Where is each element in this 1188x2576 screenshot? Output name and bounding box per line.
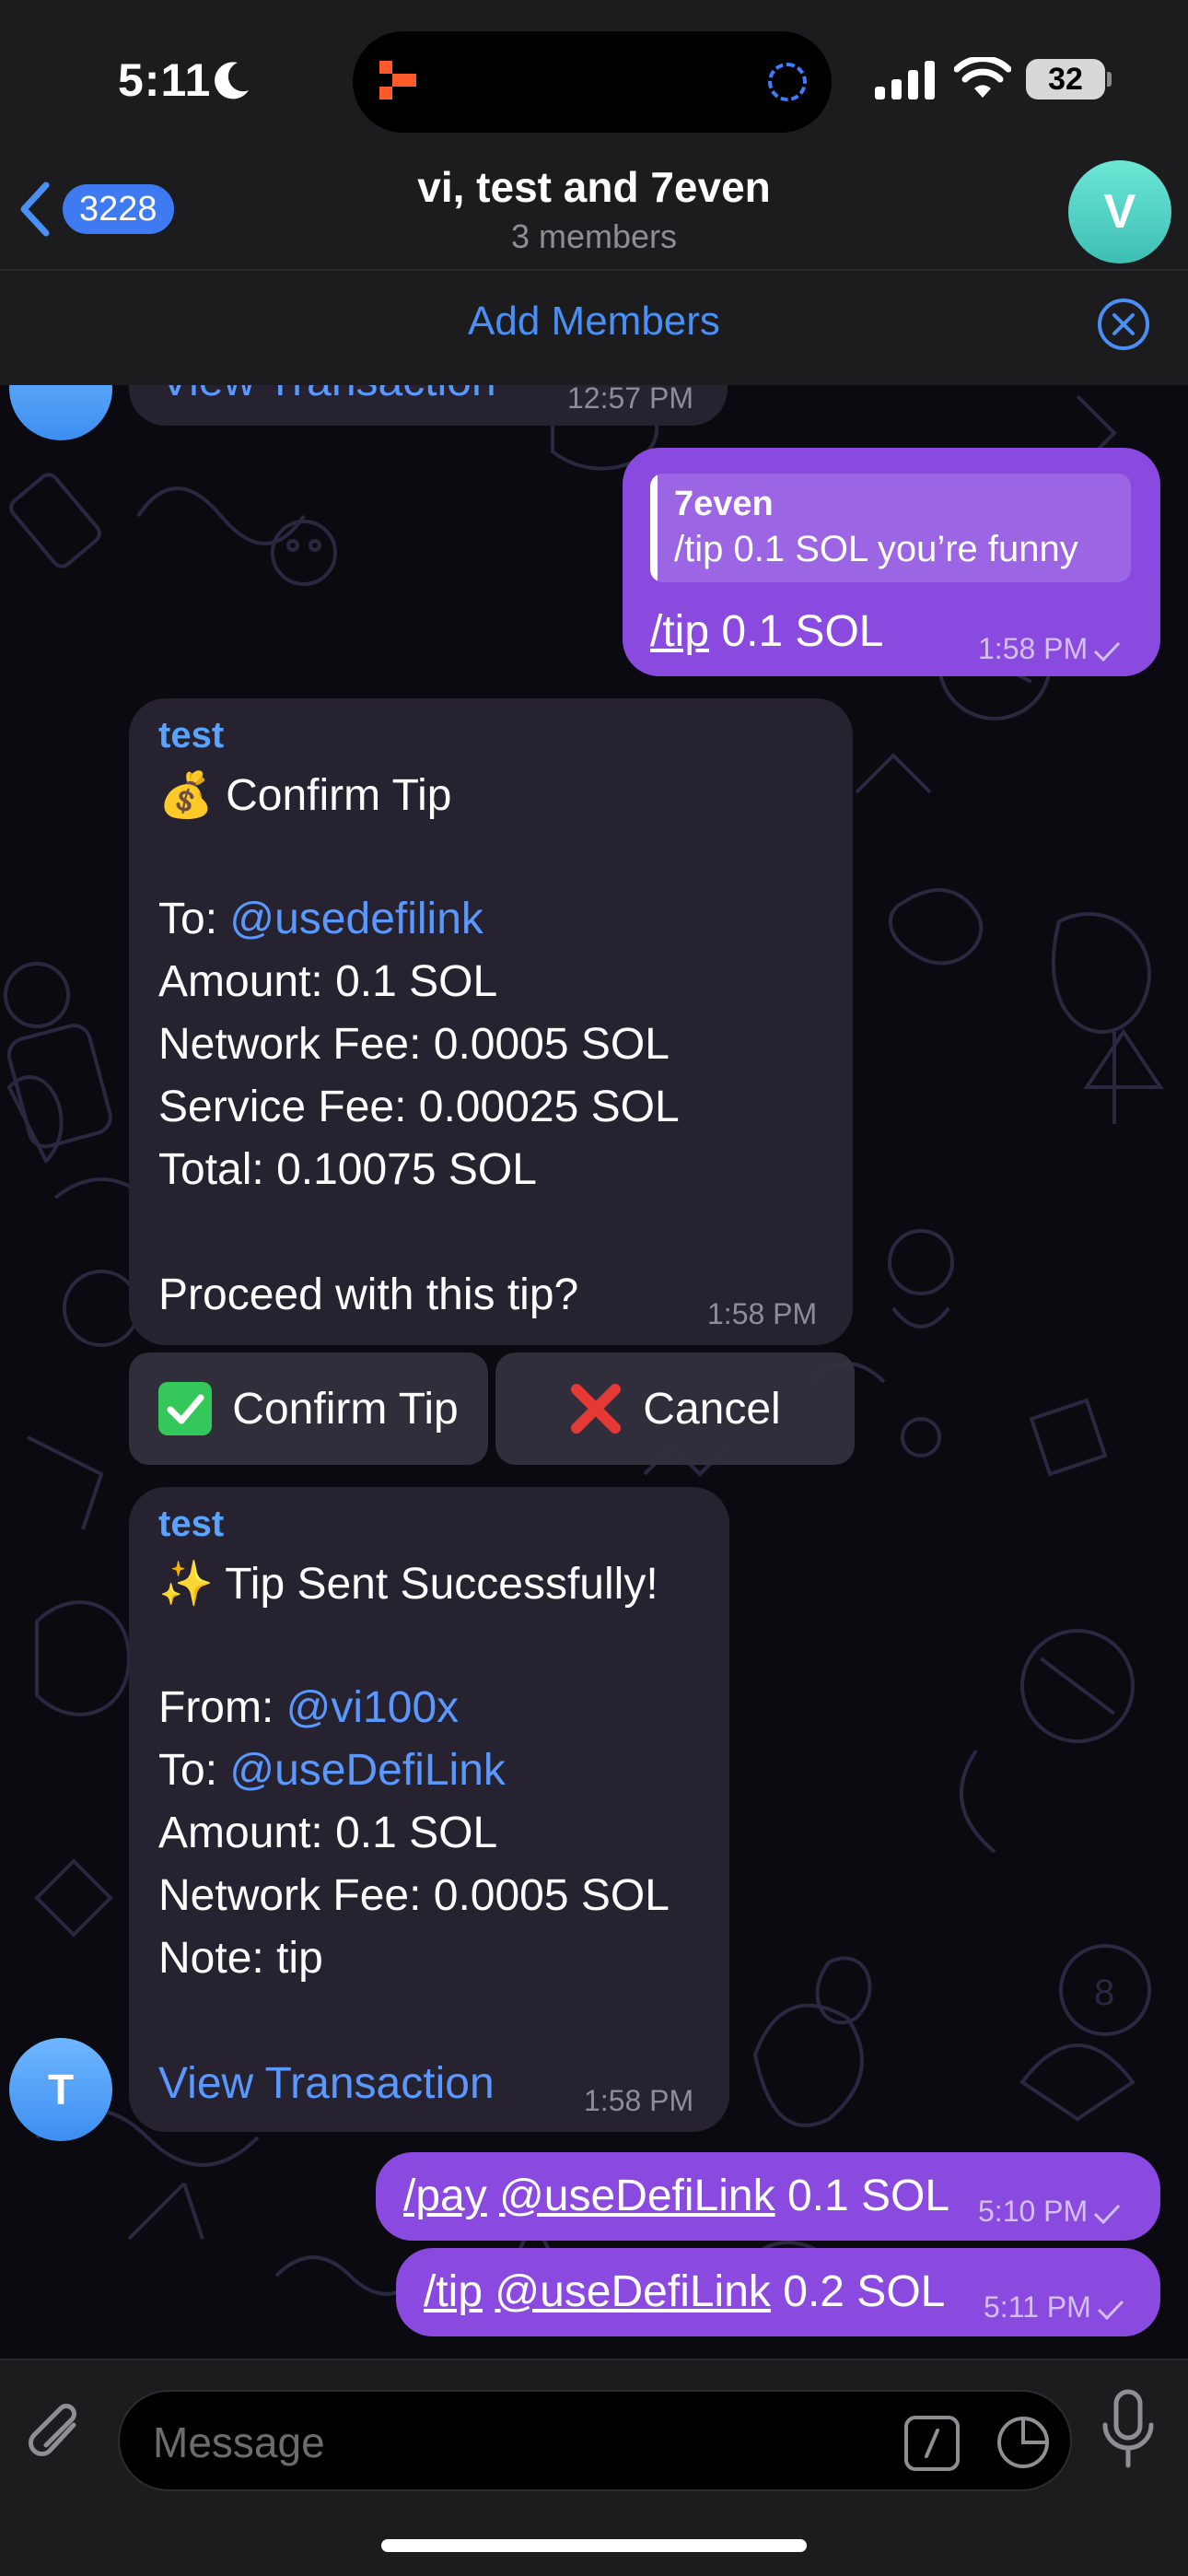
view-transaction-link[interactable]: View Transaction <box>158 2058 495 2109</box>
confirm-amount: Amount: 0.1 SOL <box>158 957 498 1006</box>
command-args: 0.1 SOL <box>709 607 884 656</box>
tip-handle-link[interactable]: @useDefiLink <box>495 2267 771 2316</box>
time-text: 5:11 PM <box>984 2290 1091 2324</box>
app-logo-icon <box>379 61 416 100</box>
cellular-signal-icon <box>875 61 935 100</box>
sender-handle-link[interactable]: @vi100x <box>286 1683 459 1732</box>
from-label: From: <box>158 1683 286 1732</box>
sender-avatar[interactable]: T <box>9 2038 112 2141</box>
confirm-title: 💰 Confirm Tip <box>158 771 452 820</box>
chat-title[interactable]: vi, test and 7even <box>0 162 1188 212</box>
read-check-icon <box>1097 2300 1124 2320</box>
battery-cap <box>1107 72 1112 87</box>
tip-text: /tip @useDefiLink 0.2 SOL <box>424 2266 945 2317</box>
confirm-service-fee: Service Fee: 0.00025 SOL <box>158 1083 680 1131</box>
sent-network-fee: Network Fee: 0.0005 SOL <box>158 1871 670 1920</box>
microphone-icon[interactable] <box>1098 2388 1159 2471</box>
wifi-icon <box>954 57 1011 98</box>
confirm-question: Proceed with this tip? <box>158 1270 579 1319</box>
message-time: 5:10 PM <box>978 2195 1123 2229</box>
svg-text:8: 8 <box>1094 1973 1114 2013</box>
to-label: To: <box>158 1746 230 1795</box>
paperclip-icon[interactable] <box>26 2397 90 2471</box>
battery-icon: 32 <box>1026 59 1112 100</box>
reply-bar <box>650 474 658 582</box>
confirm-to: To: @usedefilink <box>158 894 483 944</box>
confirm-tip-button[interactable]: Confirm Tip <box>129 1352 488 1465</box>
outgoing-text: /tip 0.1 SOL <box>650 606 883 657</box>
sent-to: To: @useDefiLink <box>158 1745 506 1796</box>
add-members-bar-bg: Add Members <box>0 271 1188 385</box>
dynamic-island <box>353 31 832 133</box>
sent-title: ✨ Tip Sent Successfully! <box>158 1560 658 1609</box>
to-label: To: <box>158 895 230 943</box>
bot-commands-icon[interactable] <box>904 2416 960 2471</box>
status-time: 5:11 <box>118 54 212 106</box>
time-text: 1:58 PM <box>978 632 1089 665</box>
moon-icon <box>215 62 249 100</box>
sent-from: From: @vi100x <box>158 1682 459 1733</box>
message-time: 1:58 PM <box>978 632 1123 666</box>
chat-subtitle: 3 members <box>510 217 678 255</box>
confirm-total: Total: 0.10075 SOL <box>158 1145 537 1194</box>
message-time: 1:58 PM <box>584 2084 694 2117</box>
battery-level: 32 <box>1026 59 1105 100</box>
confirm-tip-label: Confirm Tip <box>232 1384 459 1434</box>
pay-amount: 0.1 SOL <box>775 2172 950 2220</box>
reply-text: /tip 0.1 SOL you’re funny <box>674 529 1078 569</box>
home-indicator[interactable] <box>381 2539 807 2552</box>
cross-icon <box>571 1384 622 1434</box>
cancel-button[interactable]: Cancel <box>495 1352 855 1465</box>
checkmark-icon <box>158 1382 213 1435</box>
reply-sender: 7even <box>674 485 774 523</box>
message-input[interactable]: Message <box>118 2390 1072 2491</box>
message-time: 1:58 PM <box>707 1297 818 1330</box>
add-members-button-label[interactable]: Add Members <box>0 299 1188 345</box>
sender-name[interactable]: test <box>158 715 224 756</box>
activity-ring-icon <box>768 63 807 101</box>
read-check-icon <box>1094 2204 1121 2224</box>
reply-quote[interactable]: 7even /tip 0.1 SOL you’re funny <box>650 474 1131 582</box>
command-link[interactable]: /tip <box>650 607 709 656</box>
message-time: 12:57 PM <box>567 381 693 415</box>
pay-command-link[interactable]: /pay <box>403 2172 487 2220</box>
close-circle-icon[interactable] <box>1096 297 1151 352</box>
sent-note: Note: tip <box>158 1934 323 1983</box>
sticker-icon[interactable] <box>995 2414 1052 2471</box>
tip-amount: 0.2 SOL <box>770 2267 946 2316</box>
pay-handle-link[interactable]: @useDefiLink <box>499 2172 775 2220</box>
confirm-network-fee: Network Fee: 0.0005 SOL <box>158 1020 670 1069</box>
message-time: 5:11 PM <box>984 2290 1126 2324</box>
cancel-label: Cancel <box>643 1384 781 1434</box>
tip-command-link[interactable]: /tip <box>424 2267 483 2316</box>
sender-name[interactable]: test <box>158 1504 224 1545</box>
group-avatar[interactable]: V <box>1068 160 1171 263</box>
time-text: 5:10 PM <box>978 2195 1089 2228</box>
recipient-handle-link[interactable]: @usedefilink <box>229 895 483 943</box>
read-check-icon <box>1094 641 1121 662</box>
sent-amount: Amount: 0.1 SOL <box>158 1809 498 1857</box>
recipient-handle-link[interactable]: @useDefiLink <box>229 1746 506 1795</box>
pay-text: /pay @useDefiLink 0.1 SOL <box>403 2171 949 2221</box>
top-bar: 5:11 32 3228 vi, test and 7even 3 member… <box>0 0 1188 271</box>
message-placeholder: Message <box>153 2418 325 2466</box>
